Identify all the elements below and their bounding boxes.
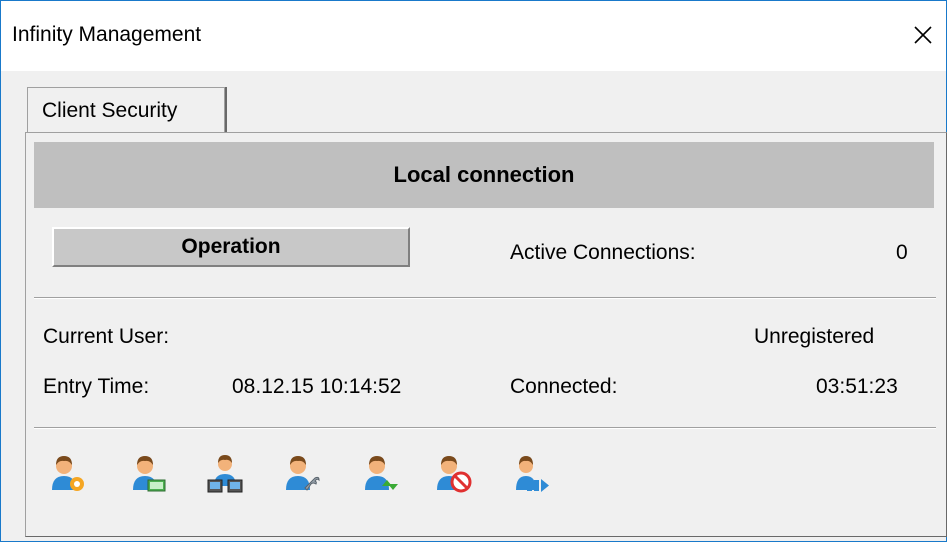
app-window: Infinity Management Client Security Loca… [0, 0, 947, 542]
window-title: Infinity Management [12, 23, 202, 46]
active-connections-label: Active Connections: [510, 241, 696, 264]
tab-client-security[interactable]: Client Security [27, 87, 225, 134]
connected-value: 03:51:23 [816, 375, 898, 398]
tab-label: Client Security [42, 99, 178, 122]
current-user-value: Unregistered [754, 325, 875, 348]
user-block-icon[interactable] [434, 450, 472, 494]
client-security-panel: Local connection Operation Active Connec… [25, 132, 947, 537]
close-icon [914, 26, 932, 44]
divider [34, 427, 936, 429]
close-button[interactable] [900, 17, 946, 53]
operation-button[interactable]: Operation [52, 227, 410, 267]
user-edit-icon[interactable] [130, 450, 168, 494]
entry-time-value: 08.12.15 10:14:52 [232, 375, 402, 398]
connected-label: Connected: [510, 375, 618, 398]
divider [34, 297, 936, 299]
title-bar: Infinity Management [1, 1, 946, 71]
current-user-label: Current User: [43, 325, 170, 348]
user-network-icon[interactable] [206, 450, 244, 494]
user-sync-icon[interactable] [362, 450, 400, 494]
user-forward-icon[interactable] [513, 450, 551, 494]
user-settings-icon[interactable] [49, 450, 87, 494]
user-tools-icon[interactable] [283, 450, 321, 494]
entry-time-label: Entry Time: [43, 375, 150, 398]
active-connections-value: 0 [896, 241, 908, 264]
connection-header: Local connection [34, 142, 934, 208]
